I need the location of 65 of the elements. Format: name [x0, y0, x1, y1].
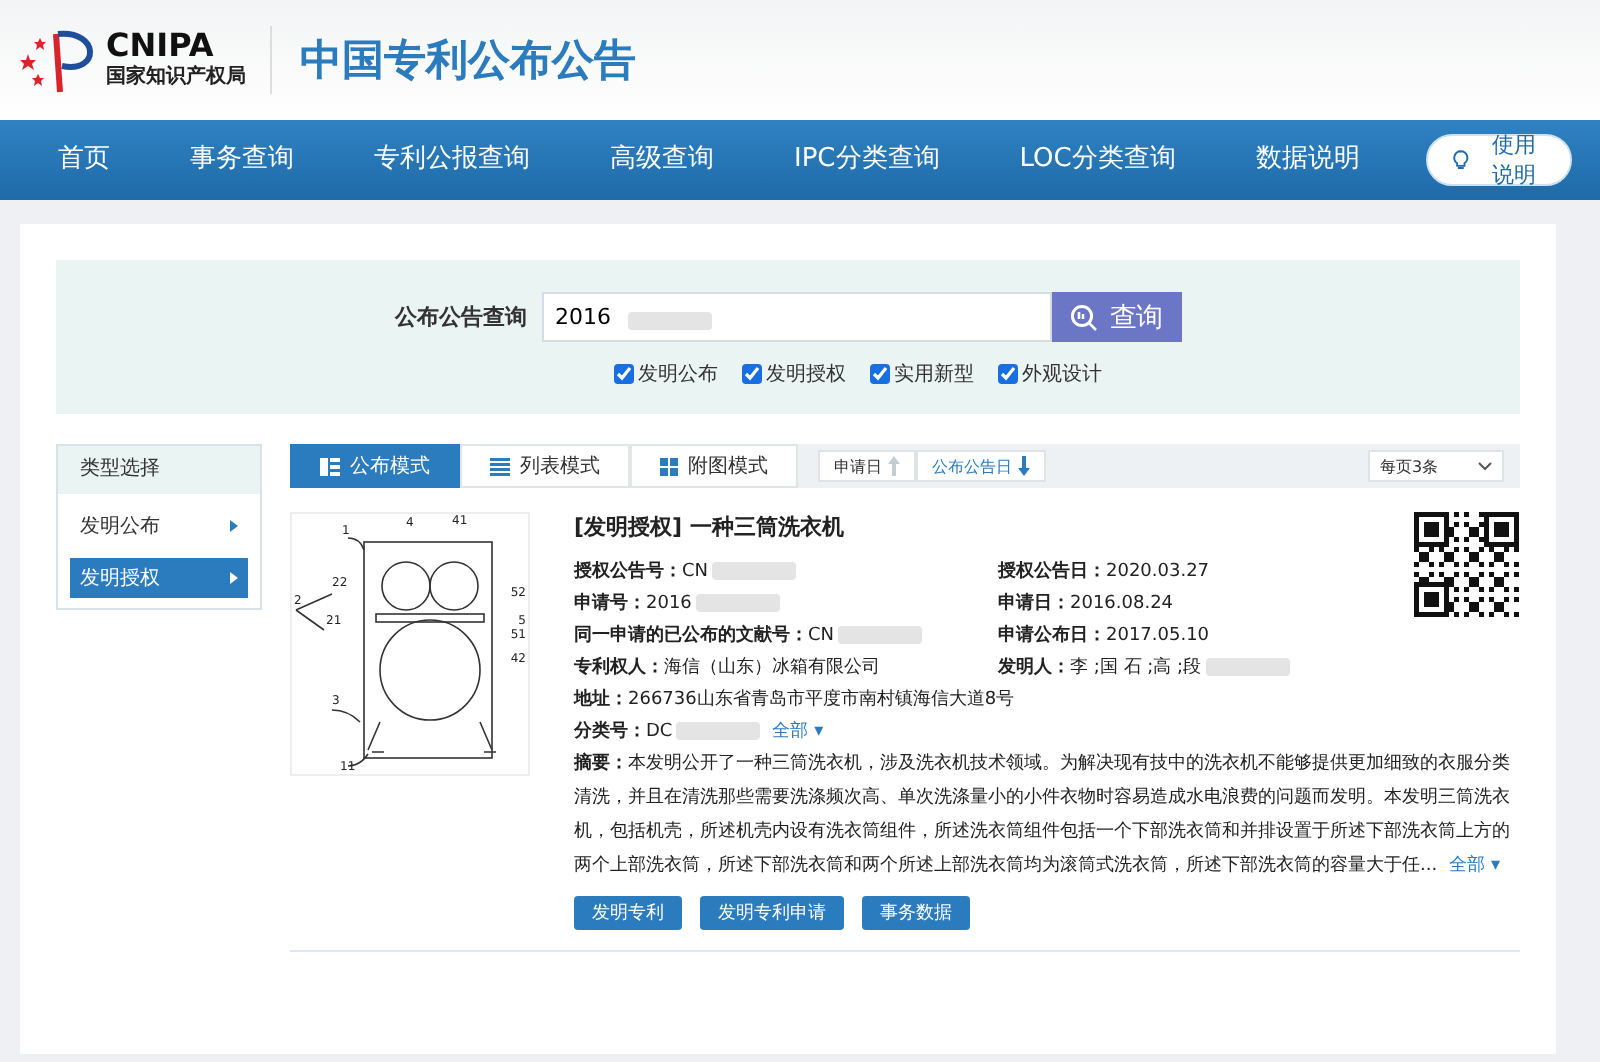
checkbox-label: 发明授权	[766, 361, 846, 388]
logo-subtitle: 国家知识产权局	[106, 62, 246, 90]
classification-text: 分类号：DC	[574, 722, 673, 742]
arrow-up-icon	[888, 456, 900, 476]
show-all-link[interactable]: 全部 ▾	[772, 722, 824, 742]
arrow-down-icon	[1018, 456, 1030, 476]
chevron-down-icon	[1478, 462, 1492, 470]
checkbox-label: 实用新型	[894, 361, 974, 388]
search-field[interactable]: 2016	[543, 294, 1049, 340]
result-field: 发明人：李 ;国 石 ;高 ;段	[998, 658, 1202, 678]
site-title: 中国专利公布公告	[300, 34, 636, 88]
checkbox[interactable]	[998, 364, 1018, 384]
nav-item[interactable]: 专利公报查询	[360, 120, 544, 200]
help-button[interactable]: 使用说明	[1425, 134, 1572, 186]
sidebar-item[interactable]: 发明授权	[70, 558, 248, 598]
sidebar-item[interactable]: 发明公布	[70, 506, 248, 546]
result-field: 专利权人：海信（山东）冰箱有限公司	[574, 658, 880, 678]
checkbox[interactable]	[870, 364, 890, 384]
result-field: 申请公布日：2017.05.10	[998, 626, 1210, 646]
result-button[interactable]: 发明专利	[574, 896, 682, 930]
result-field: 申请号：2016	[574, 594, 692, 614]
nav-item[interactable]: IPC分类查询	[780, 120, 954, 200]
search-button[interactable]: 查询	[1051, 292, 1181, 342]
address-text: 地址：266736山东省青岛市平度市南村镇海信大道8号	[574, 686, 1017, 714]
redaction-blur	[676, 722, 761, 741]
caret-icon	[230, 572, 238, 584]
logo-text: CNIPA	[106, 30, 216, 62]
checkbox-label: 外观设计	[1022, 361, 1102, 388]
view-tab[interactable]: 列表模式	[460, 444, 630, 488]
result-button[interactable]: 事务数据	[862, 896, 970, 930]
lightbulb-icon	[1451, 146, 1470, 174]
layout-icon	[320, 457, 340, 475]
sort-button[interactable]: 申请日	[818, 450, 916, 482]
search-icon	[1070, 303, 1098, 331]
nav-item[interactable]: 数据说明	[1241, 120, 1374, 200]
redaction-blur	[695, 594, 780, 613]
result-field: 授权公告号：CN	[574, 562, 709, 582]
nav-item[interactable]: 高级查询	[596, 120, 728, 200]
nav-item[interactable]: 事务查询	[176, 120, 308, 200]
result-field: 申请日：2016.08.24	[998, 594, 1174, 614]
sidebar-title: 类型选择	[58, 446, 260, 494]
result-title[interactable]: [发明授权] 一种三筒洗衣机	[574, 512, 1290, 542]
redaction-blur	[627, 312, 711, 331]
sort-button[interactable]: 公布公告日	[916, 450, 1046, 482]
list-icon	[490, 457, 510, 475]
result-field: 同一申请的已公布的文献号：CN	[574, 626, 835, 646]
abstract-text: 摘要：本发明公开了一种三筒洗衣机，涉及洗衣机技术领域。为解决现有技中的洗衣机不能够提供更加细致的衣服分类清洗，并且在清洗那些需要洗涤频次高、单次洗涤量小的小件衣物时容易造成水电浪费的问题而发明。本发明三筒洗衣机，包括机壳，所述机壳内设有洗衣筒组件，所述洗衣筒组件包括一个下部洗衣筒和并排设置于所述下部洗衣筒上方的两个上部洗衣筒，所述下部洗衣筒和两个所述上部洗衣筒均为滚筒式洗衣筒，所述下部洗衣筒的容量大于任... 全部 ▾	[574, 750, 1512, 880]
caret-icon	[230, 520, 238, 532]
view-tab[interactable]: 公布模式	[290, 444, 460, 488]
search-label: 公布公告查询	[395, 302, 527, 332]
checkbox[interactable]	[614, 364, 634, 384]
page-size-select[interactable]: 每页3条	[1368, 450, 1504, 482]
view-tab[interactable]: 附图模式	[630, 444, 798, 488]
qr-code	[1414, 512, 1520, 618]
nav-item[interactable]: LOC分类查询	[1005, 120, 1190, 200]
nav-item[interactable]: 首页	[44, 120, 124, 200]
redaction-blur	[838, 626, 923, 645]
result-field: 授权公告日：2020.03.27	[998, 562, 1210, 582]
grid-icon	[660, 457, 678, 475]
redaction-blur	[1205, 658, 1290, 677]
show-all-link[interactable]: 全部 ▾	[1449, 856, 1500, 876]
redaction-blur	[712, 562, 797, 581]
result-button[interactable]: 发明专利申请	[700, 896, 844, 930]
checkbox[interactable]	[742, 364, 762, 384]
checkbox-label: 发明公布	[638, 362, 718, 388]
